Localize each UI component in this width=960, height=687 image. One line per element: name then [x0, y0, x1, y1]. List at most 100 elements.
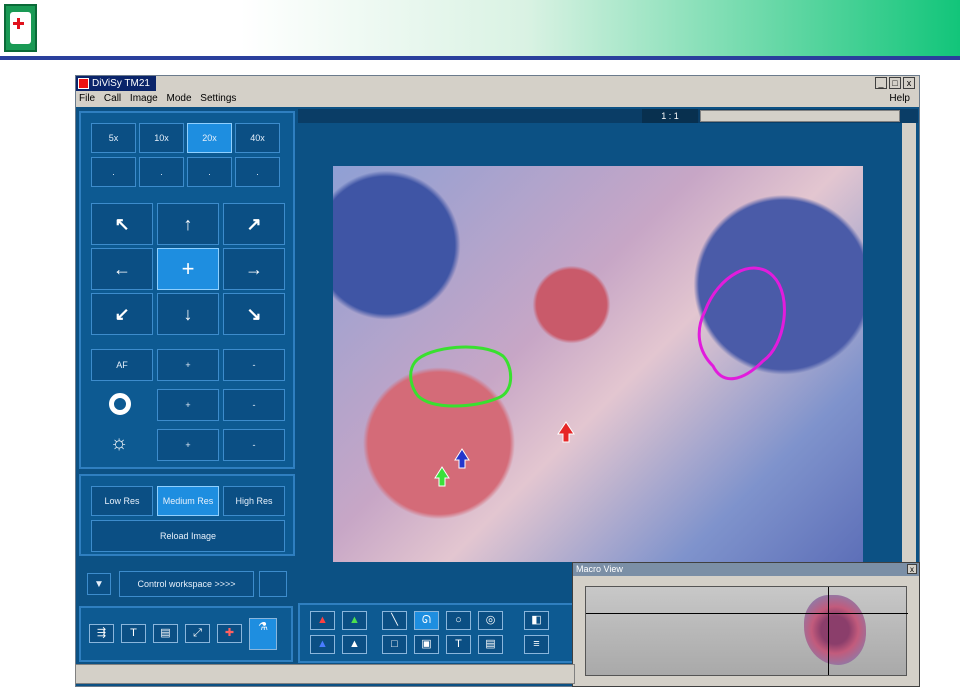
mag-40x-button[interactable]: 40x [235, 123, 280, 153]
annotation-blue-arrow[interactable] [454, 448, 470, 469]
low-res-button[interactable]: Low Res [91, 486, 153, 516]
line-tool-icon[interactable]: ╲ [382, 611, 407, 630]
move-left-button[interactable]: ← [91, 248, 153, 290]
title-bar: DiViSy TM21 _ □ x [76, 76, 919, 91]
text-tool-icon[interactable]: T [446, 635, 471, 654]
macro-close-button[interactable]: x [907, 564, 917, 574]
mag-10x-button[interactable]: 10x [139, 123, 184, 153]
preset-2-button[interactable]: . [139, 157, 184, 187]
red-cross-icon [13, 18, 24, 29]
green-arrow-tool-icon[interactable]: ▲ [342, 611, 367, 630]
minimize-button[interactable]: _ [875, 77, 887, 89]
blue-arrow-tool-icon[interactable]: ▲ [310, 635, 335, 654]
menu-call[interactable]: Call [101, 91, 124, 107]
menu-help[interactable]: Help [886, 91, 913, 107]
window-title-text: DiViSy TM21 [92, 78, 150, 89]
crosshair-icon: + [181, 256, 195, 281]
move-right-button[interactable]: → [223, 248, 285, 290]
annotation-green-outline[interactable] [409, 345, 513, 408]
mag-20x-button[interactable]: 20x [187, 123, 232, 153]
workspace-blank-button[interactable] [259, 571, 287, 597]
menu-settings[interactable]: Settings [197, 91, 239, 107]
line-width-icon[interactable]: ≡ [524, 635, 549, 654]
annotation-toolbar: ▲ ▲ ▲ ▲ ╲ ᘏ ○ ◎ □ ▣ T ▤ ◧ ≡ [298, 603, 583, 663]
mag-5x-button[interactable]: 5x [91, 123, 136, 153]
scale-readout: 1 : 1 [642, 109, 698, 123]
aperture-minus-button[interactable]: - [223, 389, 285, 421]
center-button[interactable]: + [157, 248, 219, 290]
menu-mode[interactable]: Mode [164, 91, 195, 107]
focus-plus-button[interactable]: + [157, 349, 219, 381]
aperture-plus-button[interactable]: + [157, 389, 219, 421]
target-tool-icon[interactable]: ◎ [478, 611, 503, 630]
move-se-button[interactable]: ↘ [223, 293, 285, 335]
color-picker-icon[interactable]: ◧ [524, 611, 549, 630]
move-down-button[interactable]: ↓ [157, 293, 219, 335]
annotation-red-arrow[interactable] [557, 421, 575, 443]
arrow-se-icon: ↘ [246, 303, 262, 324]
annotation-magenta-outline[interactable] [697, 266, 786, 381]
grid-cross-icon[interactable]: ✚ [217, 624, 242, 643]
aperture-icon [109, 393, 131, 415]
arrow-nw-icon: ↖ [114, 213, 130, 234]
macro-view-window: Macro View x [572, 562, 920, 687]
medium-res-button[interactable]: Medium Res [157, 486, 219, 516]
arrow-up-icon: ↑ [183, 213, 193, 234]
preset-1-button[interactable]: . [91, 157, 136, 187]
move-nw-button[interactable]: ↖ [91, 203, 153, 245]
vertical-scrollbar[interactable] [902, 123, 916, 563]
preset-3-button[interactable]: . [187, 157, 232, 187]
menu-file[interactable]: File [76, 91, 98, 107]
control-workspace-button[interactable]: Control workspace >>>> [119, 571, 254, 597]
resolution-panel: Low Res Medium Res High Res Reload Image [79, 474, 295, 556]
maximize-button[interactable]: □ [889, 77, 901, 89]
collapse-button[interactable]: ▼ [87, 573, 111, 595]
microscope-icon[interactable]: ⚗ [249, 618, 277, 650]
menu-image[interactable]: Image [127, 91, 161, 107]
circle-tool-icon[interactable]: ○ [446, 611, 471, 630]
control-panel: 5x 10x 20x 40x . . . . ↖ ↑ ↗ ← + → ↙ ↓ ↘… [79, 111, 295, 469]
header-banner [0, 0, 960, 56]
annotation-green-arrow[interactable] [434, 466, 450, 487]
specimen-image[interactable] [333, 166, 863, 562]
crosshair-horizontal [586, 613, 908, 614]
white-arrow-tool-icon[interactable]: ▲ [342, 635, 367, 654]
mode-toolbar: ⇶ T ▤ ⤢ ✚ ⚗ [79, 606, 293, 662]
rectangle-tool-icon[interactable]: □ [382, 635, 407, 654]
chart-icon[interactable]: ⤢ [185, 624, 210, 643]
filled-rect-tool-icon[interactable]: ▣ [414, 635, 439, 654]
autofocus-button[interactable]: AF [91, 349, 153, 381]
move-up-button[interactable]: ↑ [157, 203, 219, 245]
arrow-down-icon: ↓ [183, 303, 193, 324]
close-button[interactable]: x [903, 77, 915, 89]
workflow-icon[interactable]: ⇶ [89, 624, 114, 643]
text-icon[interactable]: T [121, 624, 146, 643]
preset-4-button[interactable]: . [235, 157, 280, 187]
arrow-right-icon: → [245, 258, 263, 279]
focus-minus-button[interactable]: - [223, 349, 285, 381]
freehand-tool-icon[interactable]: ᘏ [414, 611, 439, 630]
arrow-ne-icon: ↗ [246, 213, 262, 234]
hospital-logo [4, 4, 37, 52]
crosshair-vertical [828, 587, 829, 675]
brightness-icon: ☼ [109, 432, 129, 454]
move-sw-button[interactable]: ↙ [91, 293, 153, 335]
note-tool-icon[interactable]: ▤ [478, 635, 503, 654]
status-bar [75, 664, 575, 684]
arrow-left-icon: ← [113, 258, 131, 279]
document-icon[interactable]: ▤ [153, 624, 178, 643]
brightness-minus-button[interactable]: - [223, 429, 285, 461]
horizontal-scrollbar[interactable] [700, 110, 900, 122]
viewer-toolbar: 1 : 1 [298, 109, 918, 123]
move-ne-button[interactable]: ↗ [223, 203, 285, 245]
chevron-down-icon: ▼ [94, 578, 104, 590]
macro-view-title: Macro View [573, 563, 919, 576]
banner-divider [0, 56, 960, 60]
slide-thumbnail[interactable] [585, 586, 908, 676]
brightness-plus-button[interactable]: + [157, 429, 219, 461]
arrow-sw-icon: ↙ [114, 303, 130, 324]
high-res-button[interactable]: High Res [223, 486, 285, 516]
reload-image-button[interactable]: Reload Image [91, 520, 285, 552]
red-arrow-tool-icon[interactable]: ▲ [310, 611, 335, 630]
app-icon [78, 78, 89, 89]
